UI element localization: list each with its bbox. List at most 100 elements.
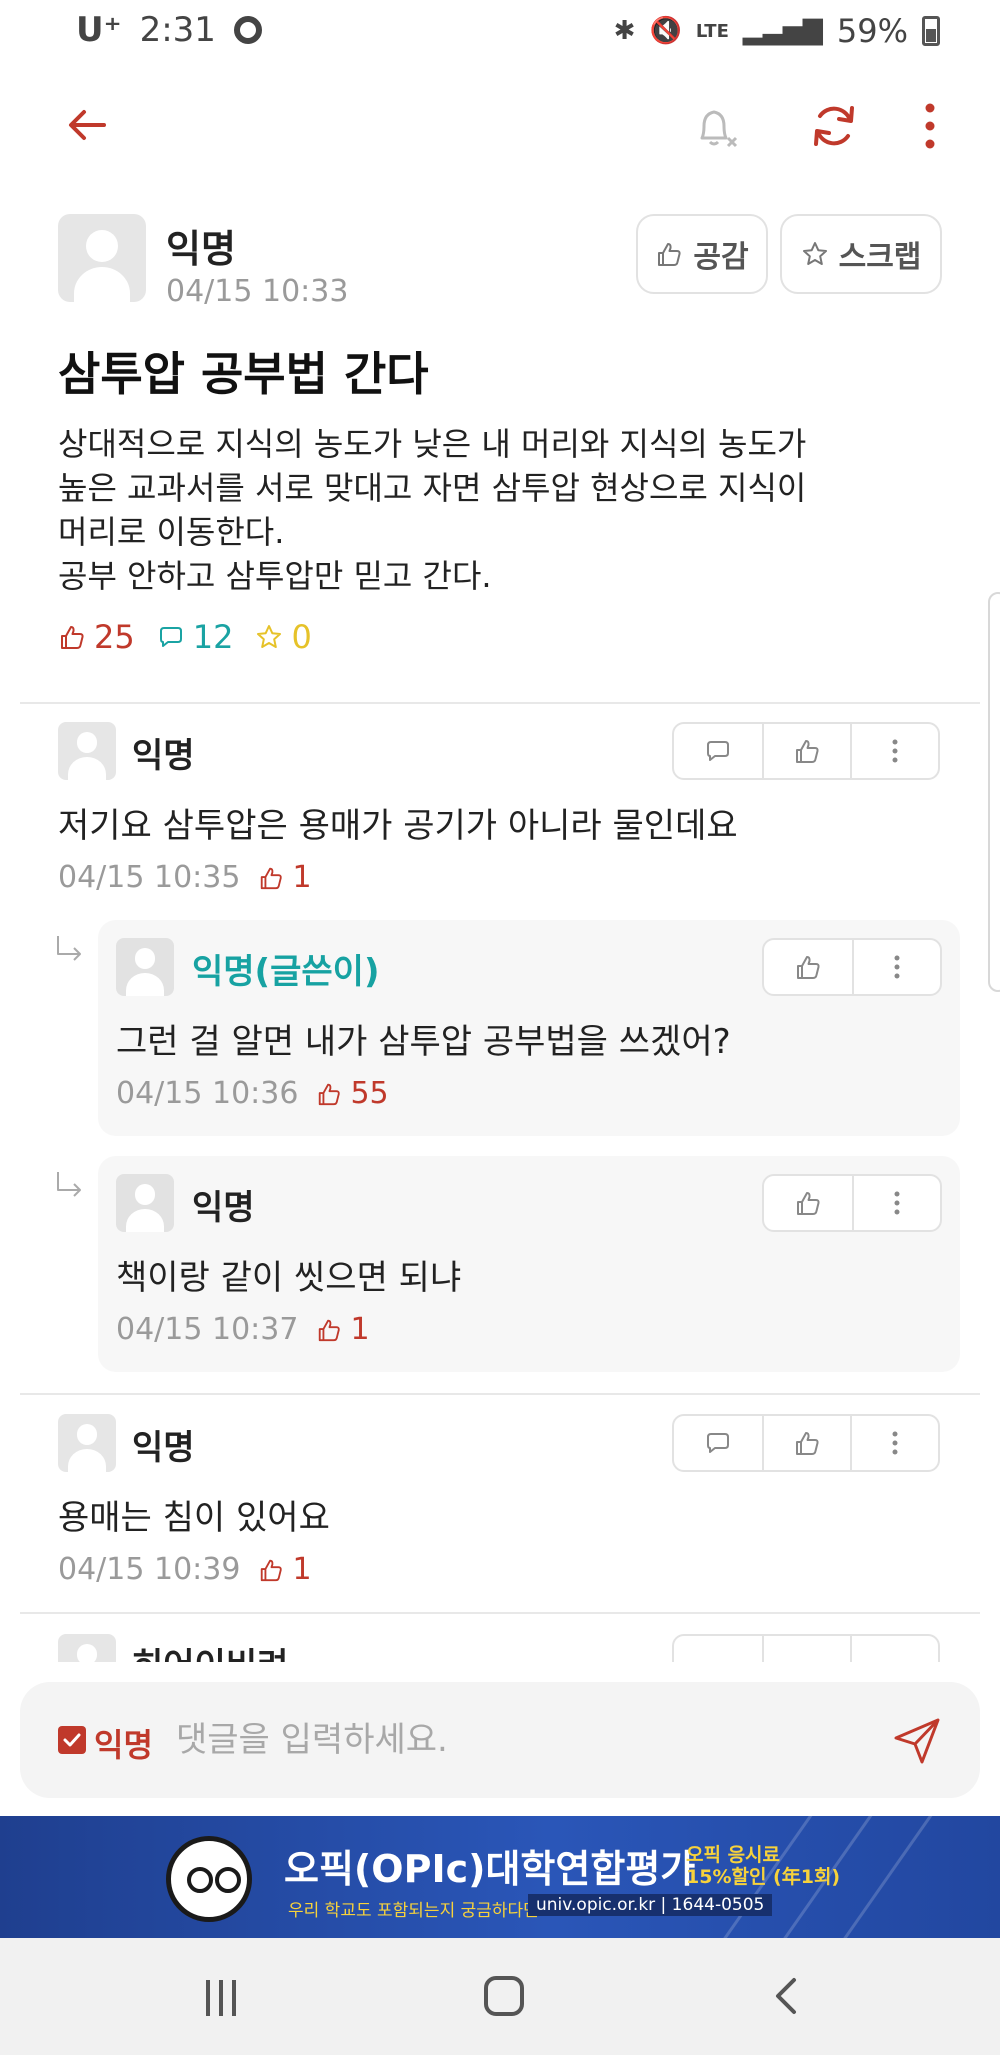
comment-more-button[interactable] <box>850 1416 938 1470</box>
back-arrow-icon[interactable] <box>62 100 112 150</box>
comment-icon <box>707 1433 729 1453</box>
comment-avatar <box>58 722 116 780</box>
post-scrap-stat: 0 <box>255 618 312 656</box>
reply-more-button[interactable] <box>852 1176 940 1230</box>
reply-button[interactable] <box>674 724 762 778</box>
comment-input[interactable] <box>176 1712 856 1768</box>
more-vert-icon <box>892 739 898 763</box>
reply-author: 익명(글쓴이) <box>192 952 380 992</box>
comment-like-count: 1 <box>292 1552 312 1587</box>
reply-like-button[interactable] <box>764 940 852 994</box>
comment-meta: 04/15 10:35 1 <box>58 860 312 895</box>
comment-avatar <box>58 1634 116 1662</box>
network-label: LTE <box>695 20 729 42</box>
reply-button[interactable] <box>674 1416 762 1470</box>
reply-likes: 55 <box>316 1076 389 1111</box>
carrier-label: U⁺ <box>76 10 122 50</box>
ad-badge-line2: 15%할인 (年1회) <box>686 1866 841 1888</box>
comment-like-count: 1 <box>292 860 312 895</box>
reply-actions <box>762 1174 942 1232</box>
more-vert-icon <box>892 1431 898 1455</box>
ad-badge-line1: 오픽 응시료 <box>686 1844 781 1866</box>
reply-like-button[interactable] <box>764 1176 852 1230</box>
comment-more-button[interactable] <box>850 724 938 778</box>
comment-input-bar: 익명 <box>20 1682 980 1798</box>
battery-percent: 59% <box>836 12 908 50</box>
reply-text: 그런 걸 알면 내가 삼투압 공부법을 쓰겠어? <box>116 1022 731 1062</box>
record-icon <box>233 16 262 44</box>
mute-icon: 🔇 <box>649 16 682 46</box>
comment-author: 히어이비려 <box>132 1638 288 1662</box>
reply-text: 책이랑 같이 씻으면 되냐 <box>116 1258 462 1298</box>
divider <box>20 1393 980 1395</box>
battery-icon <box>922 16 940 46</box>
more-vert-icon[interactable] <box>920 98 940 154</box>
signal-icon: ▂▃▅▇ <box>742 16 823 46</box>
thumbs-up-icon <box>658 243 681 266</box>
post-author-avatar <box>58 214 146 302</box>
thumbs-up-icon <box>319 1083 341 1105</box>
ad-title: 오픽(OPIc)대학연합평가 <box>284 1847 696 1891</box>
comment-like-button[interactable] <box>762 1416 850 1470</box>
comment-text: 용매는 침이 있어요 <box>58 1498 330 1538</box>
ad-url: univ.opic.or.kr | 1644-0505 <box>528 1894 773 1916</box>
home-icon[interactable] <box>484 1976 524 2016</box>
reply-avatar <box>116 938 174 996</box>
more-vert-icon <box>894 1191 900 1215</box>
nav-back-icon[interactable] <box>768 1976 808 2016</box>
comment-author: 익명 <box>132 1428 195 1468</box>
post-like-label: 공감 <box>693 240 749 275</box>
comment-author: 익명 <box>132 736 195 776</box>
comment-like-button[interactable] <box>762 1636 850 1662</box>
system-nav-bar <box>0 1938 1000 2055</box>
divider <box>20 702 980 704</box>
ad-stripe <box>828 1816 935 1938</box>
comment-icon <box>707 741 729 761</box>
recent-apps-icon[interactable] <box>206 1980 242 2016</box>
comment-text: 저기요 삼투압은 용매가 공기가 아니라 물인데요 <box>58 806 738 846</box>
anonymous-label[interactable]: 익명 <box>94 1720 153 1766</box>
comment-date: 04/15 10:35 <box>58 860 241 895</box>
reply-more-button[interactable] <box>852 940 940 994</box>
post-scrap-label: 스크랩 <box>838 240 922 275</box>
ad-subtitle: 우리 학교도 포함되는지 궁금하다면? <box>288 1901 548 1921</box>
check-icon <box>63 1733 81 1747</box>
post-like-button[interactable]: 공감 <box>636 214 768 294</box>
comment-more-button[interactable] <box>850 1636 938 1662</box>
thumbs-up-icon <box>797 1192 820 1215</box>
comment-like-button[interactable] <box>762 724 850 778</box>
reply-likes: 1 <box>316 1312 370 1347</box>
comment-actions <box>672 1634 940 1662</box>
reply-like-count: 55 <box>350 1076 389 1111</box>
anonymous-checkbox[interactable] <box>58 1726 86 1754</box>
post-stats: 25 12 0 <box>58 618 312 656</box>
bluetooth-icon: ✱ <box>613 16 636 46</box>
comment-likes: 1 <box>258 860 312 895</box>
thumbs-up-icon <box>797 956 820 979</box>
thumbs-up-icon <box>319 1319 341 1341</box>
status-bar: U⁺ 2:31 ✱ 🔇 LTE ▂▃▅▇ 59% <box>0 0 1000 70</box>
star-icon <box>802 242 827 265</box>
star-icon <box>257 625 282 648</box>
bell-off-icon[interactable] <box>688 100 744 156</box>
comment-meta: 04/15 10:39 1 <box>58 1552 312 1587</box>
status-left: U⁺ 2:31 <box>76 10 262 50</box>
thumbs-up-icon <box>261 1559 283 1581</box>
thumbs-up-icon <box>261 867 283 889</box>
comment-avatar <box>58 1414 116 1472</box>
more-vert-icon <box>894 955 900 979</box>
send-icon[interactable] <box>892 1716 942 1766</box>
post-scrap-button[interactable]: 스크랩 <box>780 214 942 294</box>
reply-button[interactable] <box>674 1636 762 1662</box>
post-date: 04/15 10:33 <box>166 274 349 309</box>
refresh-icon[interactable] <box>808 100 860 152</box>
ad-mascot-icon <box>166 1836 252 1922</box>
post-scrap-count: 0 <box>291 618 312 656</box>
comment-date: 04/15 10:39 <box>58 1552 241 1587</box>
thumbs-up-icon <box>796 1432 819 1455</box>
status-time: 2:31 <box>139 10 216 50</box>
side-scroll-handle[interactable] <box>988 592 1000 992</box>
status-right: ✱ 🔇 LTE ▂▃▅▇ 59% <box>614 12 940 50</box>
comment-actions <box>672 722 940 780</box>
ad-banner[interactable]: 오픽(OPIc)대학연합평가 오픽 응시료 15%할인 (年1회) 우리 학교도… <box>0 1816 1000 1938</box>
